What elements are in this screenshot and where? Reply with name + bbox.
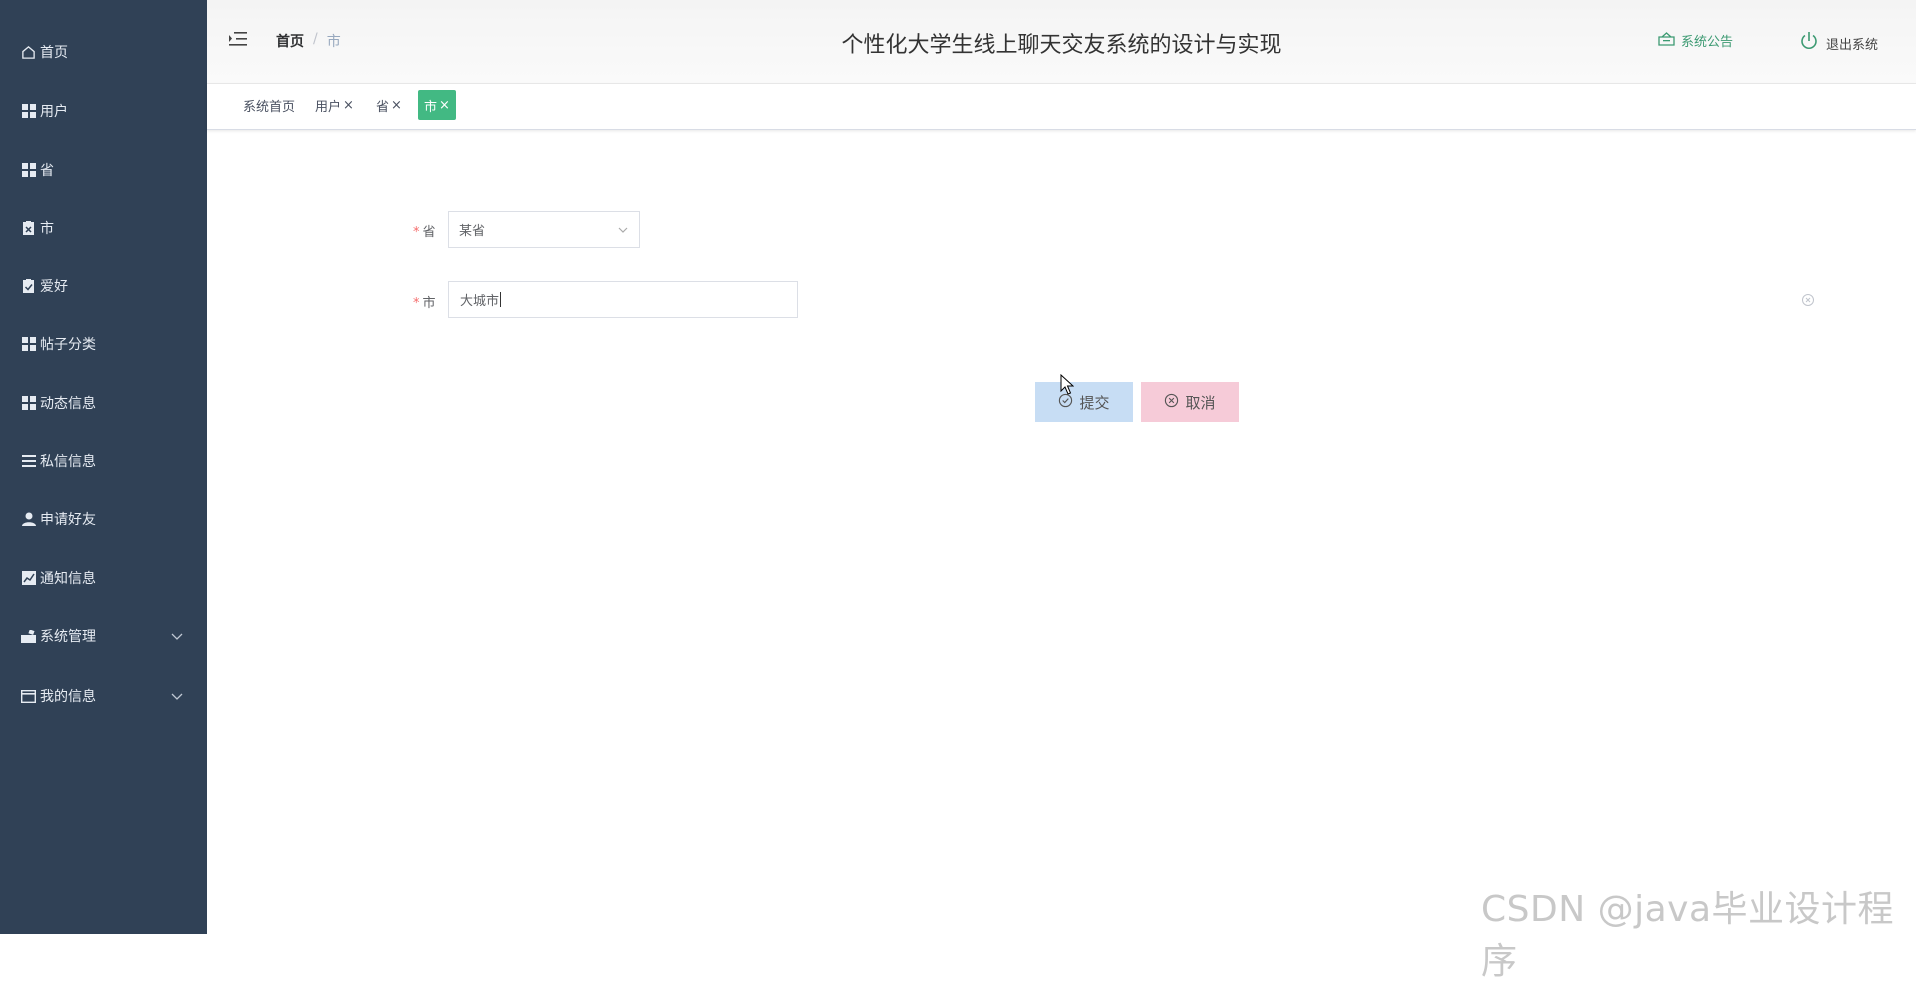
sidebar-item-province[interactable]: 省	[0, 150, 207, 190]
sidebar-item-hobby[interactable]: 爱好	[0, 266, 207, 306]
grid-icon	[21, 337, 36, 352]
sidebar-item-label: 爱好	[40, 279, 68, 295]
city-input[interactable]: 大城市	[448, 281, 798, 318]
sidebar-item-messages[interactable]: 私信信息	[0, 441, 207, 481]
chevron-down-icon	[617, 224, 629, 236]
clipboard-check-icon	[21, 279, 36, 294]
tag-users[interactable]: 用户 ×	[309, 90, 360, 120]
chevron-down-icon	[169, 688, 185, 704]
sidebar-item-label: 用户	[40, 104, 68, 120]
sidebar-item-home[interactable]: 首页	[0, 32, 207, 72]
chart-icon	[21, 571, 36, 586]
grid-icon	[21, 163, 36, 178]
sidebar-item-my-info[interactable]: 我的信息	[0, 676, 207, 716]
logout-button[interactable]: 退出系统	[1799, 31, 1878, 55]
notice-icon	[1658, 31, 1675, 50]
system-notice-button[interactable]: 系统公告	[1658, 31, 1733, 50]
sidebar-item-label: 动态信息	[40, 396, 96, 412]
sidebar-item-label: 市	[40, 221, 54, 237]
clear-circle-icon[interactable]	[1801, 292, 1815, 306]
sidebar-item-label: 系统管理	[40, 629, 96, 645]
close-icon[interactable]: ×	[391, 98, 402, 113]
tag-label: 市	[424, 99, 438, 115]
clipboard-x-icon	[21, 221, 36, 236]
city-label-text: 市	[422, 296, 436, 311]
tag-label: 省	[376, 99, 390, 115]
sidebar-item-label: 首页	[40, 45, 68, 61]
tag-dashboard[interactable]: 系统首页	[237, 90, 301, 120]
top-navbar: 首页 / 市 个性化大学生线上聊天交友系统的设计与实现 系统公告 退出系统	[207, 0, 1916, 84]
province-select[interactable]: 某省	[448, 211, 640, 248]
watermark: CSDN @java毕业设计程序	[1481, 889, 1895, 982]
tag-label: 用户	[315, 99, 342, 115]
city-input-value: 大城市	[460, 294, 500, 309]
chevron-down-icon	[169, 628, 185, 644]
close-icon[interactable]: ×	[343, 98, 354, 113]
sidebar-item-notifications[interactable]: 通知信息	[0, 558, 207, 598]
required-mark: *	[413, 225, 420, 240]
sidebar-item-friend-requests[interactable]: 申请好友	[0, 499, 207, 539]
tags-view: 系统首页 用户 × 省 × 市 ×	[207, 84, 1916, 130]
sidebar-item-users[interactable]: 用户	[0, 91, 207, 131]
sidebar-item-posts[interactable]: 动态信息	[0, 383, 207, 423]
notice-label: 系统公告	[1681, 35, 1734, 50]
home-icon	[21, 45, 36, 60]
card-icon	[21, 689, 36, 704]
sidebar-item-label: 私信信息	[40, 454, 96, 470]
city-field-label: * 市	[413, 292, 436, 311]
sidebar-item-system-management[interactable]: 系统管理	[0, 616, 207, 656]
tag-label: 系统首页	[243, 99, 296, 115]
submit-button[interactable]: 提交	[1035, 382, 1133, 422]
cancel-button[interactable]: 取消	[1141, 382, 1239, 422]
close-circle-icon	[1164, 393, 1179, 412]
text-caret	[500, 292, 502, 307]
tag-province[interactable]: 省 ×	[370, 90, 408, 120]
user-icon	[21, 512, 36, 527]
sidebar: 首页 用户 省 市 爱好 帖子分类 动态信息 私信信息 申请好友 通知信息 系统…	[0, 0, 207, 934]
logout-label: 退出系统	[1826, 37, 1879, 53]
sidebar-item-post-category[interactable]: 帖子分类	[0, 324, 207, 364]
cancel-label: 取消	[1185, 393, 1216, 412]
sidebar-item-label: 申请好友	[40, 512, 96, 528]
settings-icon	[21, 629, 36, 644]
mouse-pointer-icon	[1060, 373, 1075, 396]
sidebar-item-label: 省	[40, 163, 54, 179]
sidebar-item-label: 我的信息	[40, 689, 96, 705]
sidebar-item-city[interactable]: 市	[0, 208, 207, 248]
power-icon	[1799, 31, 1819, 55]
submit-label: 提交	[1079, 393, 1110, 412]
close-icon[interactable]: ×	[439, 98, 450, 113]
list-icon	[21, 454, 36, 469]
required-mark: *	[413, 296, 420, 311]
province-label-text: 省	[422, 225, 436, 240]
sidebar-item-label: 通知信息	[40, 571, 96, 587]
sidebar-item-label: 帖子分类	[40, 337, 96, 353]
grid-icon	[21, 104, 36, 119]
province-select-value: 某省	[459, 224, 486, 239]
province-field-label: * 省	[413, 221, 436, 240]
grid-icon	[21, 396, 36, 411]
tag-city[interactable]: 市 ×	[418, 90, 456, 120]
